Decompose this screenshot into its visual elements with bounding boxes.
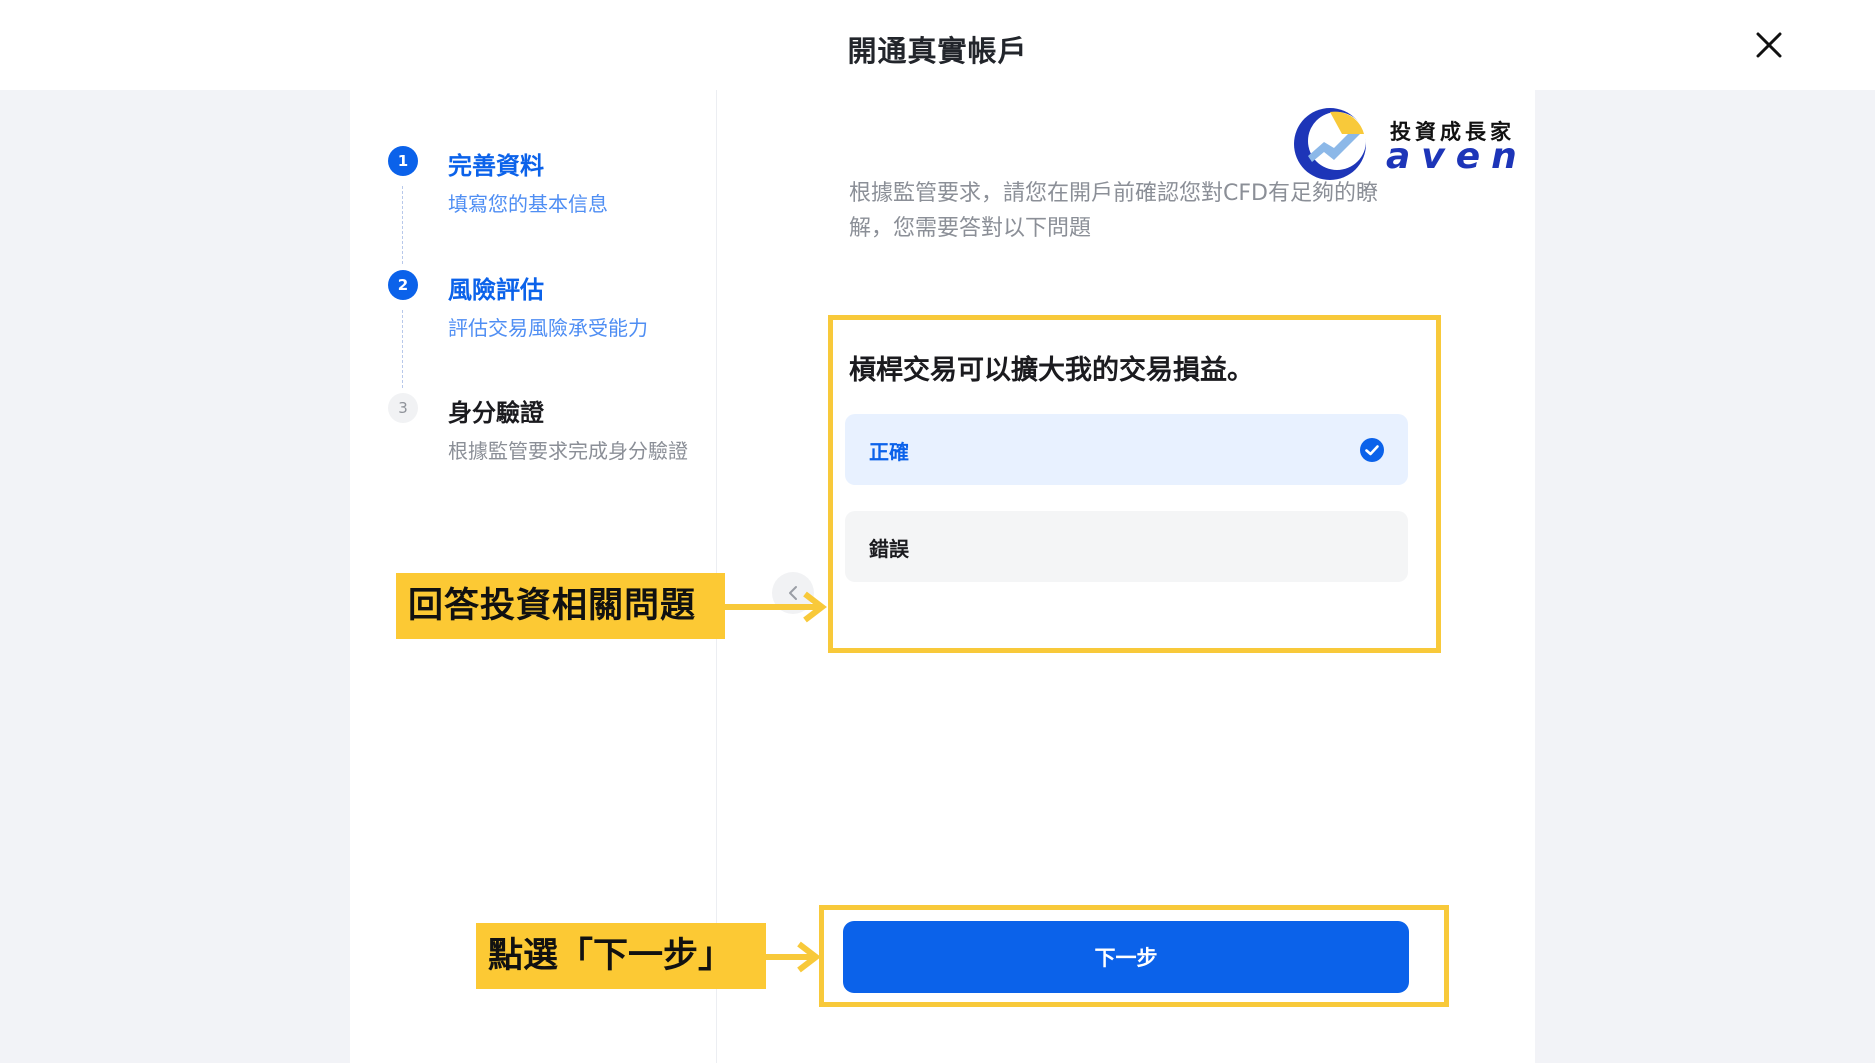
annotation-arrow-icon: [766, 941, 821, 973]
option-label: 錯誤: [869, 537, 909, 561]
step-connector: [402, 310, 403, 388]
close-button[interactable]: [1752, 28, 1786, 62]
check-circle-icon: [1360, 438, 1384, 462]
step-identity-verification: 3 身分驗證 根據監管要求完成身分驗證: [388, 393, 688, 503]
question-text: 槓桿交易可以擴大我的交易損益。: [849, 355, 1254, 386]
step-complete-profile: 1 完善資料 填寫您的基本信息: [388, 146, 688, 266]
answer-option-true[interactable]: 正確: [845, 414, 1408, 485]
next-step-button[interactable]: 下一步: [843, 921, 1409, 993]
step-description: 評估交易風險承受能力: [448, 316, 648, 340]
step-description: 填寫您的基本信息: [448, 192, 608, 216]
brand-logo: 投資成長家 aven: [1290, 104, 1520, 184]
step-risk-assessment: 2 風險評估 評估交易風險承受能力: [388, 270, 688, 390]
intro-text: 根據監管要求，請您在開戶前確認您對CFD有足夠的瞭解，您需要答對以下問題: [849, 181, 1378, 241]
step-description: 根據監管要求完成身分驗證: [448, 439, 688, 463]
page-title: 開通真實帳戶: [847, 34, 1028, 68]
logo-english-text: aven: [1386, 136, 1528, 177]
step-connector: [402, 186, 403, 264]
step-number-badge: 3: [388, 393, 418, 423]
annotation-next-label: 點選「下一步」: [476, 923, 766, 989]
annotation-arrow-icon: [725, 591, 827, 623]
header-bar: 開通真實帳戶: [0, 0, 1875, 90]
close-icon: [1756, 32, 1782, 58]
step-title: 完善資料: [448, 152, 544, 180]
annotation-answer-label: 回答投資相關問題: [396, 573, 725, 639]
step-title: 風險評估: [448, 276, 544, 304]
answer-option-false[interactable]: 錯誤: [845, 511, 1408, 582]
step-number-badge: 1: [388, 146, 418, 176]
step-title: 身分驗證: [448, 399, 544, 427]
step-number-badge: 2: [388, 270, 418, 300]
option-label: 正確: [869, 440, 909, 464]
logo-emblem-icon: [1294, 108, 1366, 180]
